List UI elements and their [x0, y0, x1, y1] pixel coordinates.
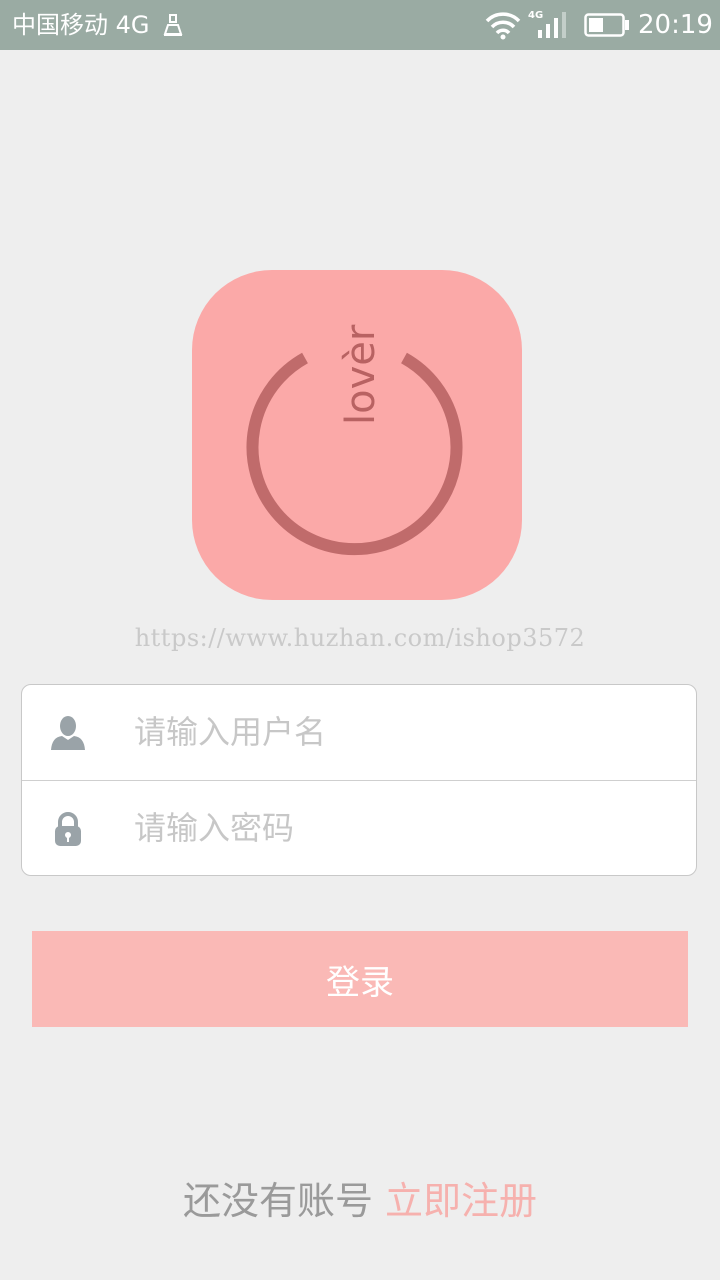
lock-icon — [55, 812, 81, 846]
signal-icon: 4G — [528, 10, 566, 38]
battery-icon — [584, 13, 629, 37]
login-button[interactable]: 登录 — [32, 931, 688, 1027]
notification-icon — [163, 14, 183, 36]
clock: 20:19 — [638, 10, 713, 40]
watermark-text: https://www.huzhan.com/ishop3572 — [134, 624, 586, 652]
power-ring-icon: lovèr — [246, 324, 463, 556]
password-input[interactable] — [134, 803, 654, 853]
no-account-text: 还没有账号 — [182, 1179, 373, 1223]
status-bar: 中国移动 4G 4G 20:19 — [0, 0, 720, 50]
user-icon — [51, 716, 85, 750]
username-row — [22, 685, 696, 781]
brand-text: lovèr — [338, 324, 384, 425]
password-row — [22, 781, 696, 876]
register-prompt: 还没有账号 立即注册 — [0, 1170, 720, 1225]
carrier-label: 中国移动 4G — [12, 11, 150, 39]
username-input[interactable] — [134, 707, 654, 757]
register-link[interactable]: 立即注册 — [385, 1179, 537, 1223]
app-logo: lovèr — [192, 270, 522, 600]
network-badge: 4G — [528, 10, 543, 21]
wifi-icon — [485, 12, 521, 40]
login-form — [21, 684, 697, 876]
